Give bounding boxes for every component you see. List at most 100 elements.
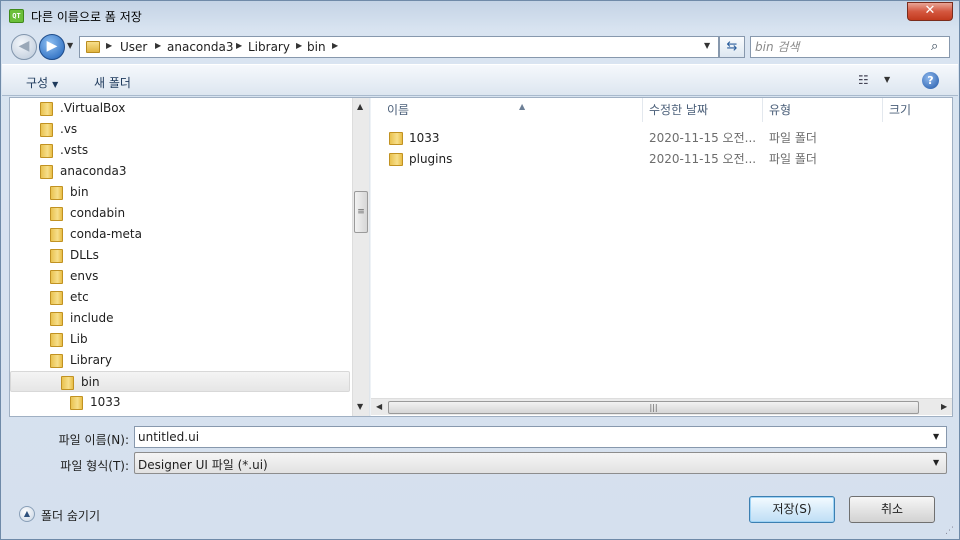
- file-type: 파일 폴더: [769, 131, 817, 145]
- column-header-date[interactable]: 수정한 날짜: [643, 98, 763, 122]
- navigation-pane[interactable]: .VirtualBox .vs .vsts anaconda3 bin condabin c…: [10, 98, 352, 416]
- breadcrumb-separator-icon[interactable]: ▶: [155, 41, 161, 50]
- close-button[interactable]: ✕: [907, 2, 953, 21]
- view-options-icon[interactable]: ☷: [858, 73, 874, 87]
- folder-icon: [70, 396, 83, 410]
- tree-item-label: .VirtualBox: [60, 101, 126, 115]
- breadcrumb-separator-icon[interactable]: ▶: [236, 41, 242, 50]
- folder-icon: [50, 312, 63, 326]
- refresh-button[interactable]: ⇆: [719, 36, 745, 58]
- history-dropdown-icon[interactable]: ▼: [67, 40, 77, 52]
- file-list-horizontal-scrollbar[interactable]: ◀ ||| ▶: [371, 398, 952, 415]
- file-name: plugins: [409, 152, 453, 166]
- tree-item-label: Library: [70, 353, 112, 367]
- navigation-vertical-scrollbar[interactable]: ▲ ≡ ▼: [352, 98, 369, 416]
- view-dropdown-icon[interactable]: ▼: [884, 75, 890, 84]
- filetype-value: Designer UI 파일 (*.ui): [138, 458, 268, 472]
- tree-item-label: bin: [70, 185, 89, 199]
- filename-field[interactable]: ▼: [134, 426, 947, 448]
- search-icon[interactable]: ⌕: [931, 39, 938, 54]
- file-list-pane[interactable]: 이름 ▲ 수정한 날짜 유형 크기 1033 2020-11-15 오전... …: [371, 98, 952, 416]
- cancel-button[interactable]: 취소: [849, 496, 935, 523]
- folder-icon: [61, 376, 74, 390]
- address-dropdown-icon[interactable]: ▼: [704, 41, 710, 50]
- qt-app-icon: QT: [9, 9, 24, 23]
- address-bar[interactable]: ▶ User ▶ anaconda3 ▶ Library ▶ bin ▶ ▼: [79, 36, 719, 58]
- filename-dropdown-icon[interactable]: ▼: [933, 432, 939, 441]
- forward-button[interactable]: ▶: [39, 34, 65, 60]
- save-dialog-window: QT 다른 이름으로 폼 저장 ✕ ◀ ▶ ▼ ▶ User ▶ anacond…: [0, 0, 960, 540]
- tree-item[interactable]: .vs: [10, 119, 350, 140]
- tree-item[interactable]: anaconda3: [10, 161, 350, 182]
- tree-item[interactable]: Library: [10, 350, 350, 371]
- tree-item[interactable]: 1033: [10, 392, 350, 413]
- tree-item-label: condabin: [70, 206, 126, 220]
- search-box[interactable]: ⌕: [750, 36, 950, 58]
- breadcrumb-separator-icon[interactable]: ▶: [106, 41, 112, 50]
- filename-input[interactable]: [138, 429, 918, 445]
- tree-item-label: .vsts: [60, 143, 89, 157]
- organize-menu[interactable]: 구성 ▼: [26, 74, 58, 91]
- hide-folders-label: 폴더 숨기기: [41, 509, 101, 523]
- scroll-left-icon[interactable]: ◀: [376, 402, 382, 411]
- scroll-right-icon[interactable]: ▶: [941, 402, 947, 411]
- breadcrumb-separator-icon[interactable]: ▶: [296, 41, 302, 50]
- tree-item-label: anaconda3: [60, 164, 127, 178]
- file-row[interactable]: 1033 2020-11-15 오전... 파일 폴더: [381, 128, 941, 149]
- tree-item[interactable]: .VirtualBox: [10, 98, 350, 119]
- tree-item[interactable]: envs: [10, 266, 350, 287]
- save-button[interactable]: 저장(S): [749, 496, 835, 523]
- content-area: .VirtualBox .vs .vsts anaconda3 bin condabin c…: [9, 97, 953, 417]
- tree-item[interactable]: Lib: [10, 329, 350, 350]
- tree-item[interactable]: bin: [10, 371, 350, 392]
- organize-label: 구성: [26, 76, 49, 90]
- tree-item[interactable]: condabin: [10, 203, 350, 224]
- window-title: 다른 이름으로 폼 저장: [31, 10, 142, 24]
- folder-icon: [389, 153, 403, 166]
- filetype-dropdown-icon[interactable]: ▼: [933, 458, 939, 467]
- tree-item[interactable]: include: [10, 308, 350, 329]
- tree-item-label: .vs: [60, 122, 78, 136]
- file-date: 2020-11-15 오전...: [649, 131, 757, 145]
- file-name: 1033: [409, 131, 440, 145]
- breadcrumb-anaconda3[interactable]: anaconda3: [167, 40, 233, 54]
- tree-item-label: conda-meta: [70, 227, 142, 241]
- scrollbar-thumb[interactable]: ≡: [354, 191, 368, 233]
- column-header-size[interactable]: 크기: [883, 98, 952, 122]
- help-icon[interactable]: ?: [922, 72, 939, 89]
- command-bar: 구성 ▼ 새 폴더 ☷ ▼ ?: [2, 64, 958, 96]
- scrollbar-thumb[interactable]: |||: [388, 401, 919, 414]
- back-arrow-icon: ◀: [18, 38, 30, 54]
- tree-item[interactable]: .vsts: [10, 140, 350, 161]
- filename-label: 파일 이름(N):: [58, 433, 129, 447]
- column-header-name[interactable]: 이름 ▲: [381, 98, 643, 122]
- resize-grip-icon[interactable]: ⋰: [945, 526, 954, 536]
- tree-item[interactable]: conda-meta: [10, 224, 350, 245]
- breadcrumb-separator-icon[interactable]: ▶: [332, 41, 338, 50]
- tree-item[interactable]: etc: [10, 287, 350, 308]
- search-input[interactable]: [755, 39, 925, 55]
- scroll-up-icon[interactable]: ▲: [357, 102, 363, 111]
- tree-item-label: DLLs: [70, 248, 99, 262]
- file-row[interactable]: plugins 2020-11-15 오전... 파일 폴더: [381, 149, 941, 170]
- collapse-up-icon: ▲: [19, 506, 35, 522]
- tree-item[interactable]: DLLs: [10, 245, 350, 266]
- tree-item[interactable]: bin: [10, 182, 350, 203]
- file-type: 파일 폴더: [769, 152, 817, 166]
- tree-item-label: envs: [70, 269, 99, 283]
- breadcrumb-user[interactable]: User: [120, 40, 147, 54]
- folder-icon: [40, 165, 53, 179]
- folder-icon: [50, 354, 63, 368]
- column-header-type[interactable]: 유형: [763, 98, 883, 122]
- title-bar: QT 다른 이름으로 폼 저장 ✕: [1, 1, 959, 31]
- folder-icon: [86, 41, 100, 53]
- folder-icon: [40, 144, 53, 158]
- sort-ascending-icon: ▲: [519, 102, 526, 111]
- scroll-down-icon[interactable]: ▼: [357, 402, 363, 411]
- breadcrumb-bin[interactable]: bin: [307, 40, 326, 54]
- filetype-select[interactable]: Designer UI 파일 (*.ui) ▼: [134, 452, 947, 474]
- back-button[interactable]: ◀: [11, 34, 37, 60]
- breadcrumb-library[interactable]: Library: [248, 40, 290, 54]
- new-folder-button[interactable]: 새 폴더: [94, 74, 131, 91]
- folder-icon: [50, 249, 63, 263]
